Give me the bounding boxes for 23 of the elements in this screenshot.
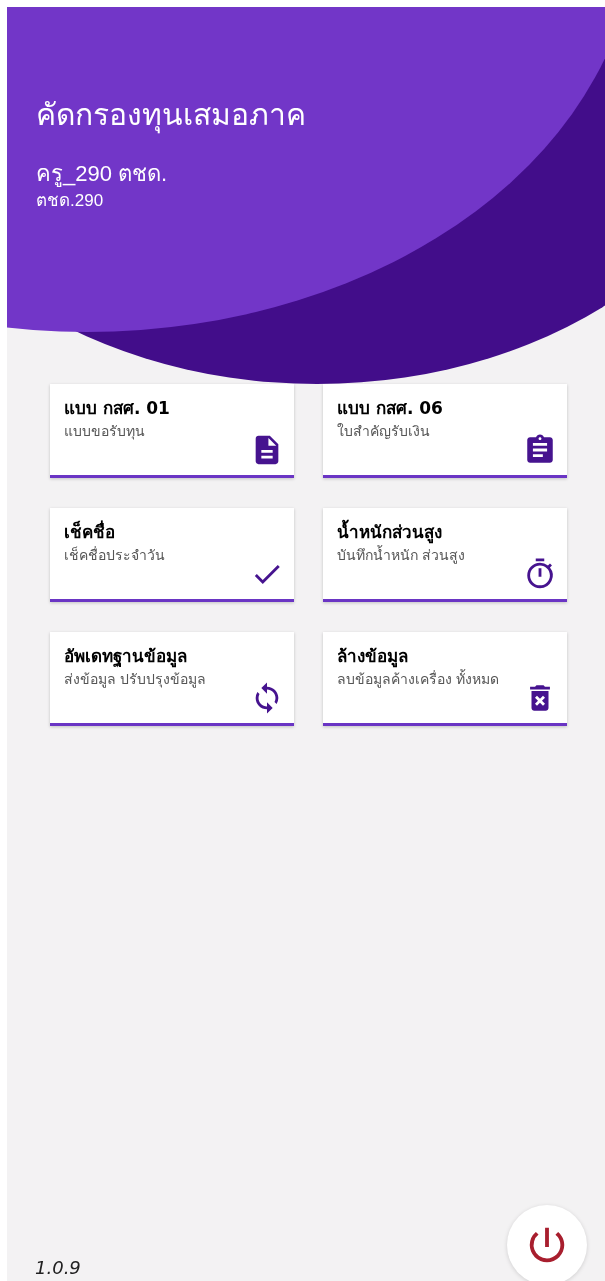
card-subtitle: ส่งข้อมูล ปรับปรุงข้อมูล — [64, 670, 208, 690]
power-button[interactable] — [507, 1205, 587, 1281]
card-subtitle: บันทึกน้ำหนัก ส่วนสูง — [337, 544, 467, 566]
card-title: แบบ กสศ. 06 — [337, 397, 444, 420]
menu-card[interactable]: แบบ กสศ. 01 แบบขอรับทุน — [50, 384, 294, 478]
user-code: ตชด.290 — [36, 190, 105, 212]
menu-card[interactable]: แบบ กสศ. 06 ใบสำคัญรับเงิน — [323, 384, 567, 478]
user-name: ครู_290 ตชด. — [36, 160, 169, 189]
version-label: 1.0.9 — [35, 1257, 81, 1279]
menu-card[interactable]: เช็คชื่อ เช็คชื่อประจำวัน — [50, 508, 294, 602]
menu-card[interactable]: อัพเดทฐานข้อมูล ส่งข้อมูล ปรับปรุงข้อมูล — [50, 632, 294, 726]
menu-card[interactable]: น้ำหนักส่วนสูง บันทึกน้ำหนัก ส่วนสูง — [323, 508, 567, 602]
card-subtitle: เช็คชื่อประจำวัน — [64, 545, 166, 565]
card-title: น้ำหนักส่วนสูง — [337, 520, 507, 544]
card-subtitle: ลบข้อมูลค้างเครื่อง ทั้งหมด — [337, 668, 501, 690]
card-title: แบบ กสศ. 01 — [64, 397, 171, 420]
app-title: คัดกรองทุนเสมอภาค — [36, 95, 605, 135]
card-title: ล้างข้อมูล — [337, 645, 409, 668]
card-title: เช็คชื่อ — [64, 520, 116, 544]
card-subtitle: แบบขอรับทุน — [64, 422, 146, 442]
menu-card[interactable]: ล้างข้อมูล ลบข้อมูลค้างเครื่อง ทั้งหมด — [323, 632, 567, 726]
card-subtitle: ใบสำคัญรับเงิน — [337, 422, 431, 441]
card-title: อัพเดทฐานข้อมูล — [64, 645, 188, 668]
